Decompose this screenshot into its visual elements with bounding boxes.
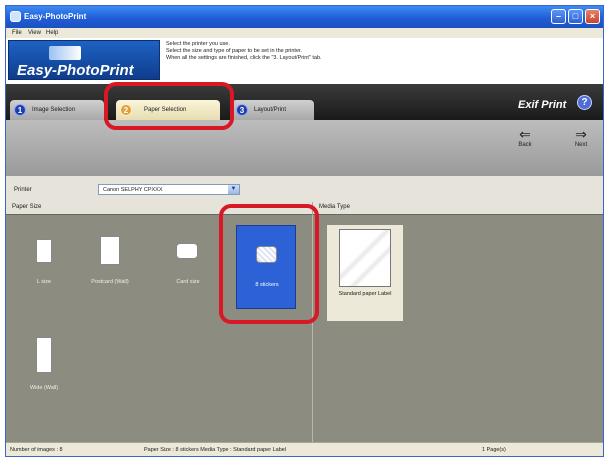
paper-option-postcard[interactable]: Postcard (Wall) xyxy=(80,227,140,311)
instruction-line: When all the settings are finished, clic… xyxy=(166,55,322,61)
paper-option-wide[interactable]: Wide (Wall) xyxy=(14,331,74,415)
close-button[interactable]: × xyxy=(585,9,600,24)
instruction-line: Select the size and type of paper to be … xyxy=(166,48,303,54)
tab-label: Layout/Print xyxy=(254,107,287,113)
paper-option-label: L size xyxy=(36,279,52,285)
media-type-panel: Standard paper Label xyxy=(312,214,603,442)
paper-option-l-size[interactable]: L size xyxy=(14,227,74,311)
menu-file[interactable]: File xyxy=(12,30,22,36)
paper-portrait-icon xyxy=(100,236,120,265)
back-arrow-icon: ⇐ xyxy=(519,126,531,142)
exif-print-logo: Exif Print xyxy=(518,99,567,111)
status-page-count: 1 Page(s) xyxy=(482,447,506,453)
printer-row: Printer Canon SELPHY CPXXX ▼ xyxy=(6,176,603,202)
minimize-button[interactable]: – xyxy=(551,9,566,24)
media-type-heading: Media Type xyxy=(319,204,350,210)
media-option-label: Standard paper Label xyxy=(338,291,392,297)
highlight-8-stickers-option xyxy=(219,204,319,324)
tab-layout-print[interactable]: 3 Layout/Print xyxy=(232,100,314,120)
status-bar: Number of images : 8 Paper Size : 8 stic… xyxy=(6,442,603,456)
next-button[interactable]: ⇒ Next xyxy=(566,126,596,148)
printer-label: Printer xyxy=(14,187,32,193)
status-settings: Paper Size : 8 stickers Media Type : Sta… xyxy=(144,447,287,453)
back-button[interactable]: ⇐ Back xyxy=(510,126,540,148)
maximize-button[interactable]: □ xyxy=(568,9,583,24)
next-arrow-icon: ⇒ xyxy=(575,126,587,142)
paper-wide-icon xyxy=(36,337,52,373)
help-button[interactable]: ? xyxy=(577,95,592,110)
menu-help[interactable]: Help xyxy=(46,30,58,36)
media-option-standard-label[interactable]: Standard paper Label xyxy=(327,225,403,321)
title-bar[interactable]: Easy-PhotoPrint – □ × xyxy=(6,6,603,28)
tab-image-selection[interactable]: 1 Image Selection xyxy=(10,100,104,120)
app-logo: Easy-PhotoPrint xyxy=(8,40,160,80)
label-paper-icon xyxy=(339,229,391,287)
printer-select[interactable]: Canon SELPHY CPXXX ▼ xyxy=(98,184,240,195)
window-title: Easy-PhotoPrint xyxy=(24,12,87,21)
paper-portrait-icon xyxy=(36,239,52,263)
step-number-badge: 3 xyxy=(236,104,248,116)
navigation-bar: ⇐ Back ⇒ Next xyxy=(6,120,603,176)
paper-size-heading: Paper Size xyxy=(12,204,42,210)
step-number-badge: 1 xyxy=(14,104,26,116)
paper-card-icon xyxy=(176,243,198,259)
status-image-count: Number of images : 8 xyxy=(10,447,63,453)
media-type-header: Media Type xyxy=(312,202,603,214)
next-label: Next xyxy=(574,142,588,148)
menu-view[interactable]: View xyxy=(28,30,41,36)
chevron-down-icon[interactable]: ▼ xyxy=(228,185,239,194)
tab-bar: 1 Image Selection 2 Paper Selection 3 La… xyxy=(6,84,603,120)
highlight-paper-selection-tab xyxy=(104,82,234,130)
tab-label: Image Selection xyxy=(32,107,76,113)
app-header: Easy-PhotoPrint Select the printer you u… xyxy=(6,38,603,84)
logo-text: Easy-PhotoPrint xyxy=(17,62,134,79)
paper-option-label: Card size xyxy=(176,279,200,285)
film-strip-icon xyxy=(49,46,81,60)
menu-bar: File View Help xyxy=(6,28,603,38)
instruction-line: Select the printer you use. xyxy=(166,41,230,47)
instructions-text: Select the printer you use. Select the s… xyxy=(166,41,322,62)
paper-option-card-size[interactable]: Card size xyxy=(158,227,218,311)
back-label: Back xyxy=(518,142,532,148)
app-icon xyxy=(10,11,21,22)
paper-option-label: Wide (Wall) xyxy=(29,385,59,391)
printer-value: Canon SELPHY CPXXX xyxy=(103,187,163,193)
paper-option-label: Postcard (Wall) xyxy=(91,279,129,285)
